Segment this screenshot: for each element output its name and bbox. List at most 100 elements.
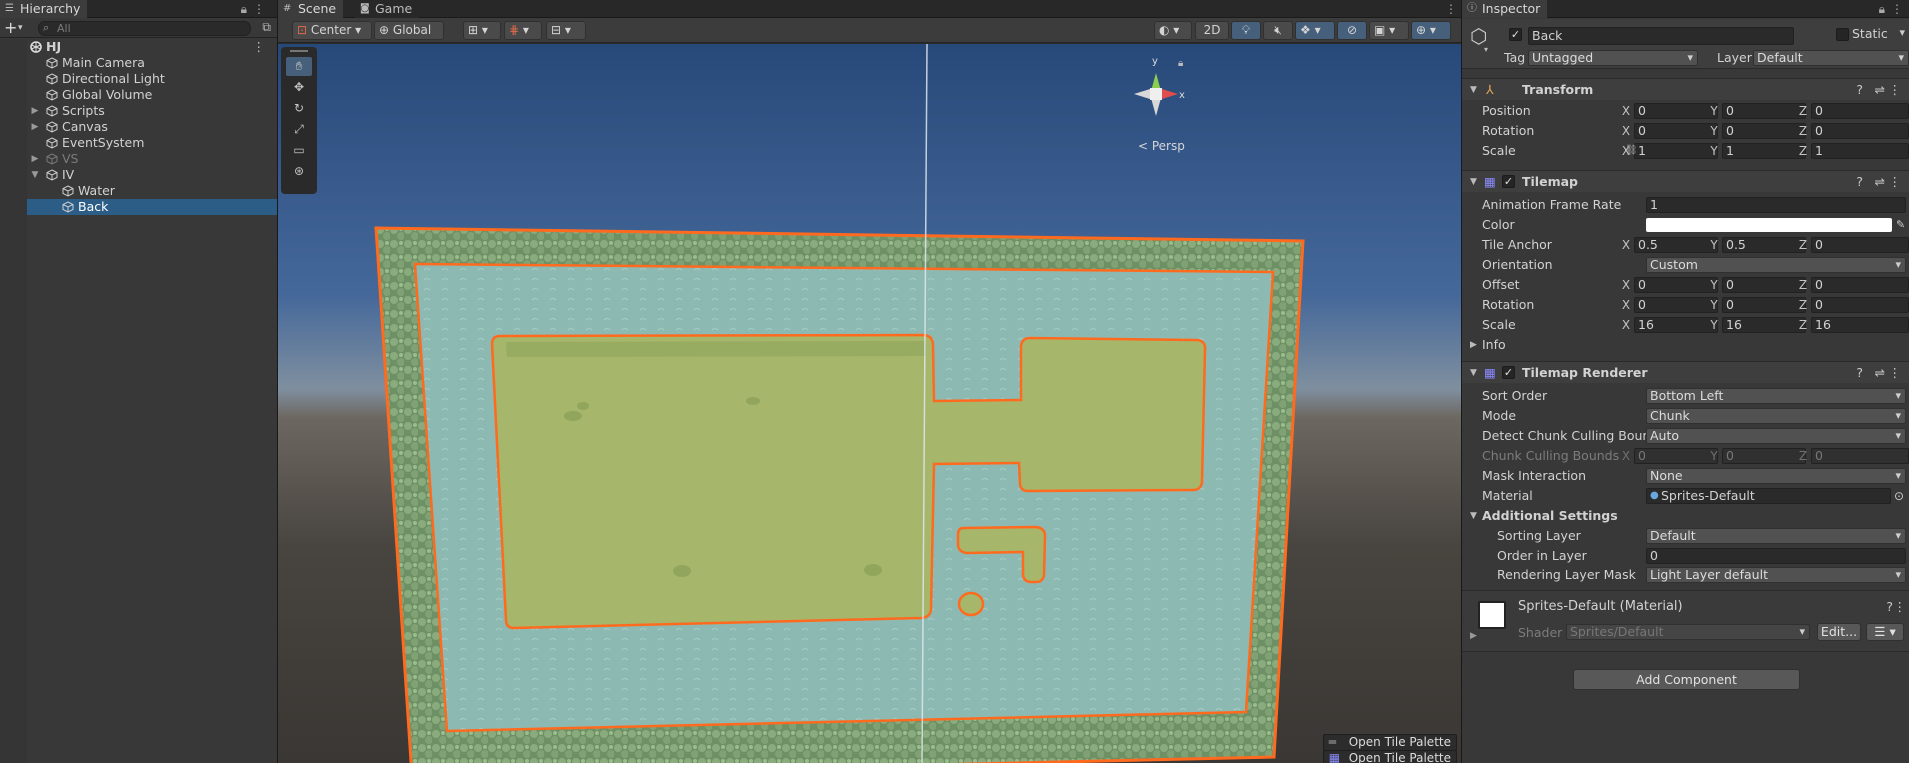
constrain-proportions-icon[interactable]: ⛓︎ [1625, 145, 1638, 156]
y-field[interactable]: 1 [1722, 143, 1806, 159]
z-field[interactable]: 1 [1811, 143, 1909, 159]
hierarchy-item[interactable]: Main Camera [0, 55, 277, 71]
object-picker-icon[interactable]: ⊙ [1894, 487, 1904, 505]
y-field[interactable]: 0 [1722, 123, 1806, 139]
eyedropper-icon[interactable]: ✎ [1896, 216, 1905, 234]
foldout-arrow-right-icon[interactable]: ▶ [1470, 336, 1477, 354]
kebab-menu-icon[interactable]: ⋮ [253, 39, 266, 55]
hierarchy-item[interactable]: ▼HJ⋮ [0, 39, 277, 55]
help-icon[interactable]: ? [1856, 362, 1863, 384]
expand-arrow-right-icon[interactable]: ▶ [30, 151, 40, 167]
layer-dropdown[interactable]: Default [1753, 50, 1909, 66]
tag-dropdown[interactable]: Untagged [1528, 50, 1698, 66]
kebab-menu-icon[interactable]: ⋮ [1894, 599, 1907, 614]
shading-mode-dropdown[interactable]: ◐ ▾ [1154, 21, 1192, 40]
info-foldout[interactable]: ▶ Info [1462, 336, 1909, 354]
space-dropdown[interactable]: ⊕ Global ▾ [374, 21, 444, 54]
help-icon[interactable]: ? [1886, 599, 1893, 614]
open-tile-palette-button-2[interactable]: ▦ Open Tile Palette [1322, 750, 1457, 763]
static-dropdown-chevron-icon[interactable]: ▾ [1899, 26, 1905, 39]
tilemap-renderer-header[interactable]: ▼ ▦ ✓ Tilemap Renderer? ⇌ ⋮ [1462, 361, 1909, 383]
hierarchy-item[interactable]: Global Volume [0, 87, 277, 103]
tab-hierarchy[interactable]: ☰ Hierarchy [0, 0, 88, 18]
mask-interaction-dropdown[interactable]: None [1646, 468, 1906, 484]
static-checkbox[interactable] [1836, 28, 1849, 41]
move-tool-icon[interactable]: ✥ [286, 78, 312, 97]
sort-order-dropdown[interactable]: Bottom Left [1646, 388, 1906, 404]
kebab-menu-icon[interactable]: ⋮ [1891, 0, 1903, 18]
mode-dropdown[interactable]: Chunk [1646, 408, 1906, 424]
color-swatch[interactable] [1646, 218, 1892, 232]
active-checkbox[interactable]: ✓ [1509, 28, 1522, 41]
scene-visibility-icon[interactable]: ⧉ [262, 20, 271, 35]
preset-sliders-icon[interactable]: ⇌ [1875, 362, 1885, 384]
x-field[interactable]: 0 [1634, 297, 1718, 313]
icon-picker-chevron-icon[interactable]: ▾ [1484, 45, 1488, 54]
shader-options-button[interactable]: ☰ ▾ [1866, 623, 1904, 641]
material-field[interactable]: ● Sprites-Default [1646, 488, 1891, 504]
kebab-menu-icon[interactable]: ⋮ [1889, 362, 1902, 384]
z-field[interactable]: 0 [1811, 277, 1909, 293]
x-field[interactable]: 0.5 [1634, 237, 1718, 253]
foldout-arrow-right-icon[interactable]: ▶ [1470, 631, 1477, 641]
preset-sliders-icon[interactable]: ⇌ [1875, 79, 1885, 101]
help-icon[interactable]: ? [1856, 79, 1863, 101]
z-field[interactable]: 0 [1811, 297, 1909, 313]
orientation-dropdown[interactable]: Custom [1646, 257, 1906, 273]
tilemap-header[interactable]: ▼ ▦ ✓ Tilemap? ⇌ ⋮ [1462, 170, 1909, 192]
tab-game[interactable]: ◙ Game [355, 0, 420, 18]
transform-tool-icon[interactable]: ⊛ [286, 162, 312, 181]
kebab-menu-icon[interactable]: ⋮ [1889, 79, 1902, 101]
edit-shader-button[interactable]: Edit... [1817, 623, 1861, 641]
hierarchy-item[interactable]: ▼ IV [0, 167, 277, 183]
additional-settings-foldout[interactable]: ▼ Additional Settings [1462, 507, 1909, 525]
gizmos-dropdown[interactable]: ⊕ ▾ [1411, 21, 1451, 40]
snap-grid-button[interactable]: ⊞ ▾ [463, 21, 501, 40]
help-icon[interactable]: ? [1856, 171, 1863, 193]
grid-dropdown[interactable]: ⋕ ▾ [504, 21, 542, 40]
hierarchy-search-input[interactable]: ⌕ All [38, 21, 251, 36]
camera-dropdown[interactable]: ▣ ▾ [1369, 21, 1409, 40]
gizmo-lock-icon[interactable]: 🔒︎ [1178, 58, 1183, 69]
tab-inspector[interactable]: ⓘ Inspector [1462, 0, 1548, 18]
z-field[interactable]: 0 [1811, 123, 1909, 139]
sorting-layer-dropdown[interactable]: Default [1646, 528, 1906, 544]
x-field[interactable]: 1 [1634, 143, 1718, 159]
expand-arrow-down-icon[interactable]: ▼ [30, 167, 40, 183]
effects-dropdown[interactable]: ❖ ▾ [1295, 21, 1335, 40]
foldout-arrow-down-icon[interactable]: ▼ [1470, 79, 1477, 101]
hierarchy-item[interactable]: ▶ Scripts [0, 103, 277, 119]
foldout-arrow-down-icon[interactable]: ▼ [1470, 507, 1477, 525]
lock-icon[interactable]: 🔒︎ [1879, 0, 1885, 18]
z-field[interactable]: 0 [1811, 103, 1909, 119]
2d-toggle[interactable]: 2D [1195, 21, 1229, 40]
hierarchy-item[interactable]: Water [0, 183, 277, 199]
tilemap-renderer-enabled-checkbox[interactable]: ✓ [1502, 366, 1515, 379]
x-field[interactable]: 0 [1634, 277, 1718, 293]
y-field[interactable]: 16 [1722, 317, 1806, 333]
lighting-toggle[interactable]: 💡︎ [1231, 21, 1261, 40]
chevron-down-icon[interactable]: ▾ [18, 18, 23, 38]
lock-icon[interactable]: 🔒︎ [241, 0, 247, 18]
tilemap-tiny-island[interactable] [957, 591, 985, 617]
scene-viewport[interactable]: y x 🔒︎ < Persp ✋︎ ✥ ↻ ⤢ ▭ ⊛ ═ Open Tile … [278, 44, 1461, 763]
audio-toggle[interactable]: 🔇︎ [1263, 21, 1293, 40]
object-name-field[interactable]: Back [1528, 27, 1794, 45]
palette-grip[interactable] [290, 50, 308, 52]
scene-canvas[interactable]: y x 🔒︎ < Persp [278, 44, 1461, 763]
x-field[interactable]: 16 [1634, 317, 1718, 333]
hierarchy-item[interactable]: ▶ Canvas [0, 119, 277, 135]
foldout-arrow-down-icon[interactable]: ▼ [1470, 362, 1477, 384]
y-field[interactable]: 0 [1722, 103, 1806, 119]
detect-culling-bounds-dropdown[interactable]: Auto [1646, 428, 1906, 444]
y-field[interactable]: 0 [1722, 297, 1806, 313]
pivot-dropdown[interactable]: ⊡ Center ▾ [292, 21, 372, 40]
hidden-objects-toggle[interactable]: ⊘ [1337, 21, 1367, 40]
rotate-tool-icon[interactable]: ↻ [286, 99, 312, 118]
hierarchy-item[interactable]: Back [0, 199, 277, 215]
kebab-menu-icon[interactable]: ⋮ [1445, 0, 1457, 18]
x-field[interactable]: 0 [1634, 103, 1718, 119]
preset-sliders-icon[interactable]: ⇌ [1875, 171, 1885, 193]
y-field[interactable]: 0 [1722, 277, 1806, 293]
open-tile-palette-button[interactable]: ═ Open Tile Palette [1322, 734, 1457, 751]
